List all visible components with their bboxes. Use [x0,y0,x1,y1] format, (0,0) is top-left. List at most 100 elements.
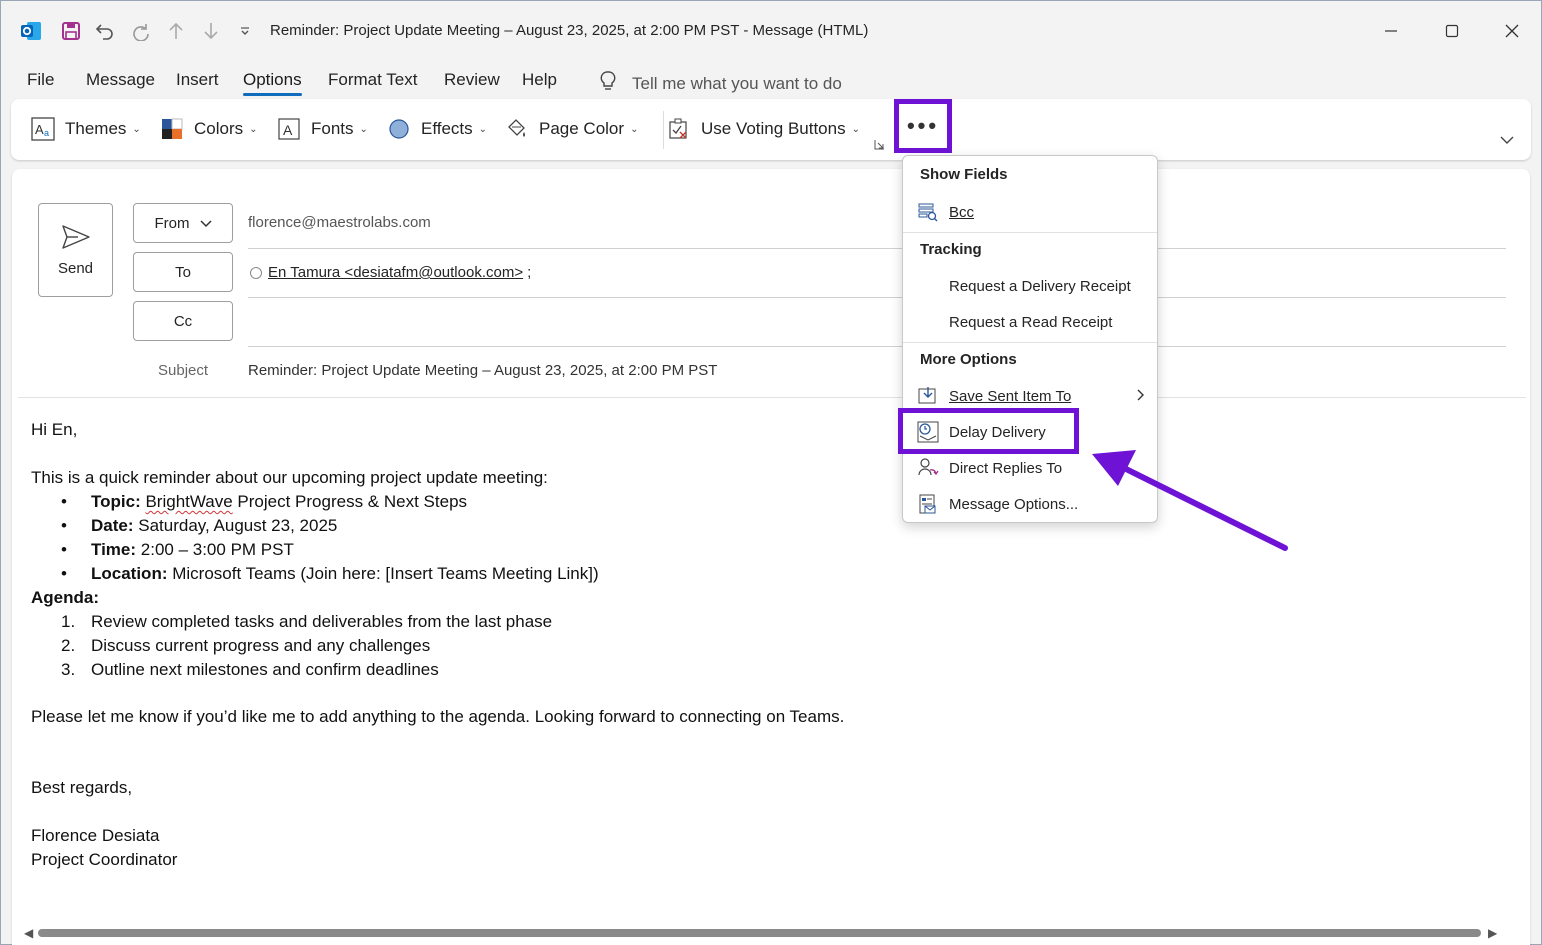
read-receipt-menu-item[interactable]: Request a Read Receipt [903,306,1157,338]
themes-icon: Aa [31,117,55,141]
list-item: Time: 2:00 – 3:00 PM PST [31,538,844,562]
customize-toolbar-icon[interactable] [234,18,256,44]
save-sent-item-menu-item[interactable]: Save Sent Item To [903,380,1157,412]
tab-file[interactable]: File [27,70,54,90]
field-divider [248,346,1506,347]
chevron-right-icon [1137,388,1145,404]
effects-button[interactable]: Effects ⌄ [387,115,487,143]
list-item: 1. Review completed tasks and deliverable… [61,612,553,631]
scroll-left-icon[interactable]: ◀ [24,926,33,940]
body-divider [18,397,1526,398]
more-options-menu: Show Fields Bcc Tracking Request a Deliv… [902,155,1158,523]
subject-label: Subject [158,362,209,379]
horizontal-scrollbar[interactable]: ◀ ▶ [22,926,1500,940]
ribbon-toolbar: Aa Themes ⌄ Colors ⌄ A Fonts ⌄ Effects ⌄… [11,99,1531,160]
tab-message[interactable]: Message [86,70,155,90]
chevron-down-icon: ⌄ [132,123,141,135]
show-fields-heading: Show Fields [920,166,1008,183]
tab-help[interactable]: Help [522,70,557,90]
list-item: Location: Microsoft Teams (Join here: [I… [31,562,844,586]
from-label: From [154,214,190,232]
to-field[interactable]: En Tamura <desiatafm@outlook.com> ; [250,264,531,281]
cc-button[interactable]: Cc [133,301,233,341]
delay-delivery-label: Delay Delivery [949,423,1046,441]
chevron-down-icon: ⌄ [359,123,368,135]
window-title: Reminder: Project Update Meeting – Augus… [270,22,869,39]
effects-label: Effects [421,119,473,138]
to-button[interactable]: To [133,252,233,292]
tab-format-text[interactable]: Format Text [328,70,417,90]
field-divider [248,248,1506,249]
maximize-icon[interactable] [1429,14,1475,48]
tab-review[interactable]: Review [444,70,500,90]
message-body[interactable]: Hi En, This is a quick reminder about ou… [31,418,844,872]
signature-name: Florence Desiata [31,826,160,845]
colors-label: Colors [194,119,244,138]
tell-me-text: Tell me what you want to do [632,73,842,93]
tab-insert[interactable]: Insert [176,70,219,90]
close-icon[interactable] [1489,14,1535,48]
next-item-icon[interactable] [198,18,224,44]
tell-me-search[interactable]: Tell me what you want to do [598,70,842,97]
save-sent-label: Save Sent Item To [949,387,1072,405]
message-options-label: Message Options... [949,495,1079,513]
regards: Best regards, [31,778,133,797]
bcc-menu-item[interactable]: Bcc [903,196,1157,228]
voting-icon [667,117,691,141]
voting-buttons-button[interactable]: Use Voting Buttons ⌄ [667,115,860,143]
direct-replies-menu-item[interactable]: Direct Replies To [903,452,1157,484]
minimize-icon[interactable] [1368,14,1414,48]
themes-button[interactable]: Aa Themes ⌄ [31,115,141,143]
save-icon[interactable] [58,18,84,44]
closing-line: Please let me know if you’d like me to a… [31,707,845,726]
bcc-icon [917,201,939,223]
themes-label: Themes [65,119,127,138]
list-item: Date: Saturday, August 23, 2025 [31,514,844,538]
ribbon-collapse-icon[interactable] [1500,132,1514,148]
svg-text:A: A [35,122,44,137]
scroll-right-icon[interactable]: ▶ [1488,926,1497,940]
page-color-label: Page Color [539,119,625,138]
chevron-down-icon [199,215,212,232]
more-commands-button[interactable]: ••• [894,99,952,153]
fonts-icon: A [277,117,301,141]
save-sent-icon [917,385,939,407]
chevron-down-icon: ⌄ [478,123,488,135]
message-options-menu-item[interactable]: Message Options... [903,488,1157,520]
colors-button[interactable]: Colors ⌄ [160,115,258,143]
delay-delivery-menu-item[interactable]: Delay Delivery [903,416,1157,448]
greeting: Hi En, [31,420,78,439]
chevron-down-icon: ⌄ [630,123,639,135]
fonts-button[interactable]: A Fonts ⌄ [277,115,368,143]
list-item: 3. Outline next milestones and confirm de… [61,660,439,679]
list-item: 2. Discuss current progress and any chall… [61,636,431,655]
redo-icon[interactable] [128,18,154,44]
send-label: Send [57,259,94,277]
tracking-heading: Tracking [920,241,982,258]
recipient-separator: ; [527,264,532,281]
from-button[interactable]: From [133,203,233,243]
scroll-thumb[interactable] [38,929,1481,937]
subject-input[interactable]: Reminder: Project Update Meeting – Augus… [248,362,717,379]
svg-text:a: a [44,128,49,138]
send-icon [61,224,91,254]
tab-options[interactable]: Options [243,70,302,96]
presence-icon [250,266,262,279]
page-color-button[interactable]: Page Color ⌄ [505,115,638,143]
chevron-down-icon: ⌄ [249,123,258,135]
outlook-app-icon [20,20,42,42]
fonts-label: Fonts [311,119,354,138]
delay-delivery-icon [917,421,939,443]
paint-bucket-icon [505,117,529,141]
previous-item-icon[interactable] [163,18,189,44]
undo-icon[interactable] [92,18,118,44]
delivery-receipt-label: Request a Delivery Receipt [949,277,1131,295]
recipient-chip[interactable]: En Tamura <desiatafm@outlook.com> [268,264,523,281]
delivery-receipt-menu-item[interactable]: Request a Delivery Receipt [903,270,1157,302]
more-options-heading: More Options [920,351,1017,368]
message-options-icon [917,493,939,515]
dialog-launcher-icon[interactable] [874,139,885,153]
ribbon-divider [663,111,664,149]
send-button[interactable]: Send [38,203,113,297]
svg-text:A: A [283,122,293,138]
